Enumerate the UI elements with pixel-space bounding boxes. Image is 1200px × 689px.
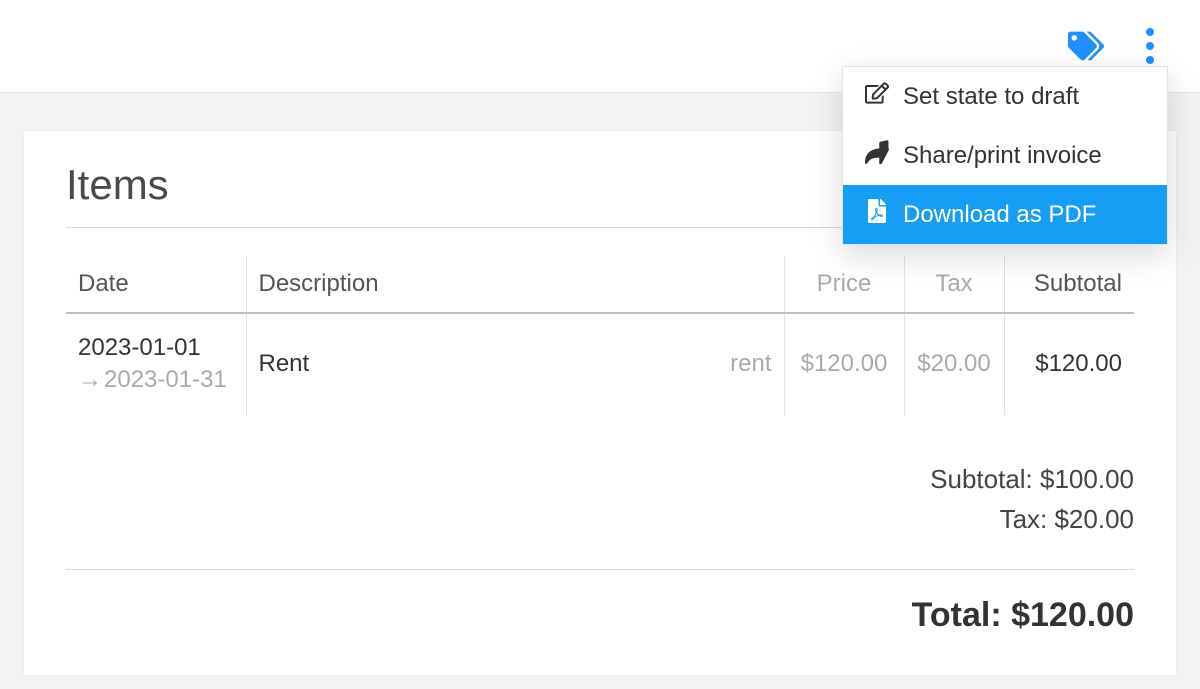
table-header-row: Date Description Price Tax Subtotal (66, 256, 1134, 313)
summary-divider (66, 569, 1134, 570)
cell-date: 2023-01-01 →2023-01-31 (66, 313, 246, 415)
col-header-subtotal: Subtotal (1004, 256, 1134, 313)
cell-price: $120.00 (784, 313, 904, 415)
table-row: 2023-01-01 →2023-01-31 Rent rent $120.00… (66, 313, 1134, 415)
menu-item-label: Download as PDF (903, 201, 1096, 229)
cell-tax: $20.00 (904, 313, 1004, 415)
share-icon (865, 140, 889, 171)
menu-item-label: Set state to draft (903, 83, 1079, 111)
tags-icon[interactable] (1068, 28, 1104, 64)
arrow-right-icon: → (78, 366, 102, 393)
menu-item-label: Share/print invoice (903, 142, 1102, 170)
col-header-price: Price (784, 256, 904, 313)
summary-subtotal: Subtotal: $100.00 (66, 459, 1134, 499)
cell-subtotal: $120.00 (1004, 313, 1134, 415)
summary-total: Total: $120.00 (66, 596, 1134, 635)
date-from: 2023-01-01 (78, 332, 234, 364)
summary-tax: Tax: $20.00 (66, 499, 1134, 539)
summary-block: Subtotal: $100.00 Tax: $20.00 (66, 459, 1134, 540)
date-to: 2023-01-31 (104, 366, 227, 393)
cell-tag: rent (694, 313, 784, 415)
col-header-tax: Tax (904, 256, 1004, 313)
edit-icon (865, 81, 889, 112)
col-header-date: Date (66, 256, 246, 313)
menu-item-download-pdf[interactable]: Download as PDF (843, 185, 1167, 244)
items-table: Date Description Price Tax Subtotal 2023… (66, 256, 1134, 415)
actions-menu: Set state to draft Share/print invoice D… (842, 66, 1168, 245)
menu-item-share-print[interactable]: Share/print invoice (843, 126, 1167, 185)
more-menu-button[interactable] (1140, 22, 1160, 70)
cell-description: Rent (246, 313, 694, 415)
pdf-file-icon (865, 199, 889, 230)
col-header-tag (694, 256, 784, 313)
col-header-description: Description (246, 256, 694, 313)
menu-item-set-draft[interactable]: Set state to draft (843, 67, 1167, 126)
